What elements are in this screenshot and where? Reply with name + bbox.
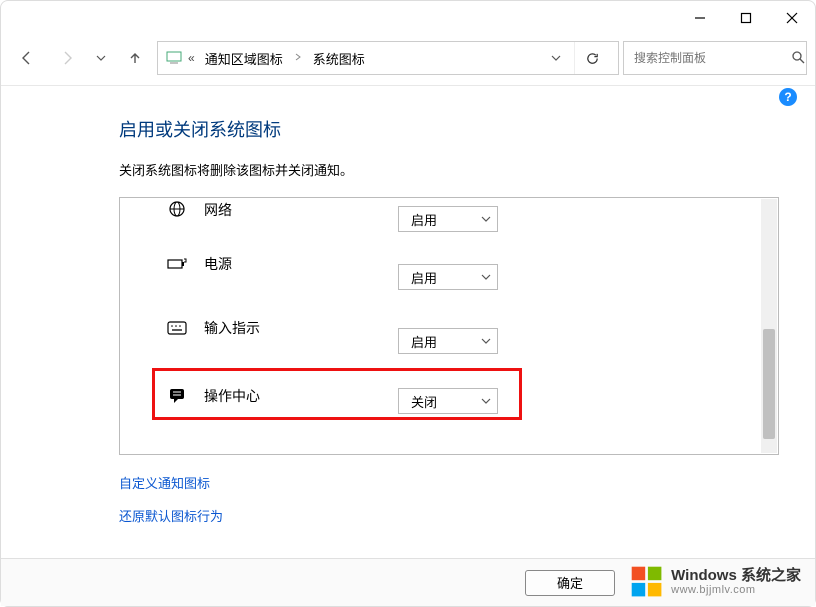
page-description: 关闭系统图标将删除该图标并关闭通知。: [119, 160, 779, 179]
row-ime-select[interactable]: 启用: [398, 328, 498, 354]
watermark: Windows 系统之家 www.bjjmlv.com: [629, 564, 801, 600]
row-action-center-value: 关闭: [399, 392, 475, 411]
chevron-down-icon: [475, 214, 497, 224]
titlebar: [1, 1, 815, 35]
refresh-button[interactable]: [574, 42, 610, 74]
content-area: ? 启用或关闭系统图标 关闭系统图标将删除该图标并关闭通知。 网络 启用: [1, 86, 815, 555]
minimize-button[interactable]: [677, 2, 723, 34]
row-ime-value: 启用: [399, 332, 475, 351]
close-button[interactable]: [769, 2, 815, 34]
recent-dropdown[interactable]: [89, 41, 113, 75]
row-action-center-select[interactable]: 关闭: [398, 388, 498, 414]
forward-button[interactable]: [49, 41, 85, 75]
link-customize-icons[interactable]: 自定义通知图标: [119, 473, 779, 492]
scrollbar-thumb[interactable]: [763, 329, 775, 439]
row-action-center: 操作中心 关闭: [120, 360, 760, 432]
action-center-icon: [164, 387, 190, 405]
address-bar[interactable]: « 通知区域图标 系统图标: [157, 41, 619, 75]
system-icons-panel: 网络 启用 电源 启用: [119, 197, 779, 455]
row-network: 网络 启用: [120, 198, 760, 232]
chevron-down-icon: [475, 396, 497, 406]
row-network-value: 启用: [399, 210, 475, 229]
links-area: 自定义通知图标 还原默认图标行为: [119, 473, 779, 525]
chevron-right-icon[interactable]: [293, 53, 303, 64]
row-network-select[interactable]: 启用: [398, 206, 498, 232]
watermark-brand: Windows 系统之家: [671, 568, 801, 585]
watermark-url: www.bjjmlv.com: [671, 584, 801, 596]
ime-icon: [164, 321, 190, 335]
chevron-down-icon: [475, 336, 497, 346]
row-power-value: 启用: [399, 268, 475, 287]
watermark-brand-win: Windows: [671, 567, 737, 584]
row-network-label: 网络: [190, 200, 232, 220]
row-ime-label: 输入指示: [190, 318, 260, 338]
navbar: « 通知区域图标 系统图标: [1, 35, 815, 85]
breadcrumb-system-icons[interactable]: 系统图标: [307, 45, 371, 72]
page-title: 启用或关闭系统图标: [119, 116, 779, 142]
chevron-down-icon: [475, 272, 497, 282]
link-restore-defaults[interactable]: 还原默认图标行为: [119, 506, 779, 525]
breadcrumb-overflow[interactable]: «: [188, 51, 195, 65]
breadcrumb-notification-icons[interactable]: 通知区域图标: [199, 45, 289, 72]
watermark-brand-suffix: 系统之家: [737, 567, 801, 584]
search-icon[interactable]: [791, 50, 805, 67]
back-button[interactable]: [9, 41, 45, 75]
network-icon: [164, 200, 190, 218]
power-icon: [164, 257, 190, 271]
control-panel-icon: [166, 51, 184, 65]
maximize-button[interactable]: [723, 2, 769, 34]
scrollbar[interactable]: [761, 199, 777, 453]
ok-button[interactable]: 确定: [525, 570, 615, 596]
search-input[interactable]: [632, 50, 791, 66]
address-dropdown[interactable]: [542, 42, 570, 74]
row-power: 电源 启用: [120, 232, 760, 296]
row-action-center-label: 操作中心: [190, 386, 260, 406]
help-button[interactable]: ?: [779, 88, 797, 106]
windows-logo-icon: [629, 564, 665, 600]
row-power-label: 电源: [190, 254, 232, 274]
row-power-select[interactable]: 启用: [398, 264, 498, 290]
search-box[interactable]: [623, 41, 807, 75]
row-ime: 输入指示 启用: [120, 296, 760, 360]
up-button[interactable]: [117, 41, 153, 75]
